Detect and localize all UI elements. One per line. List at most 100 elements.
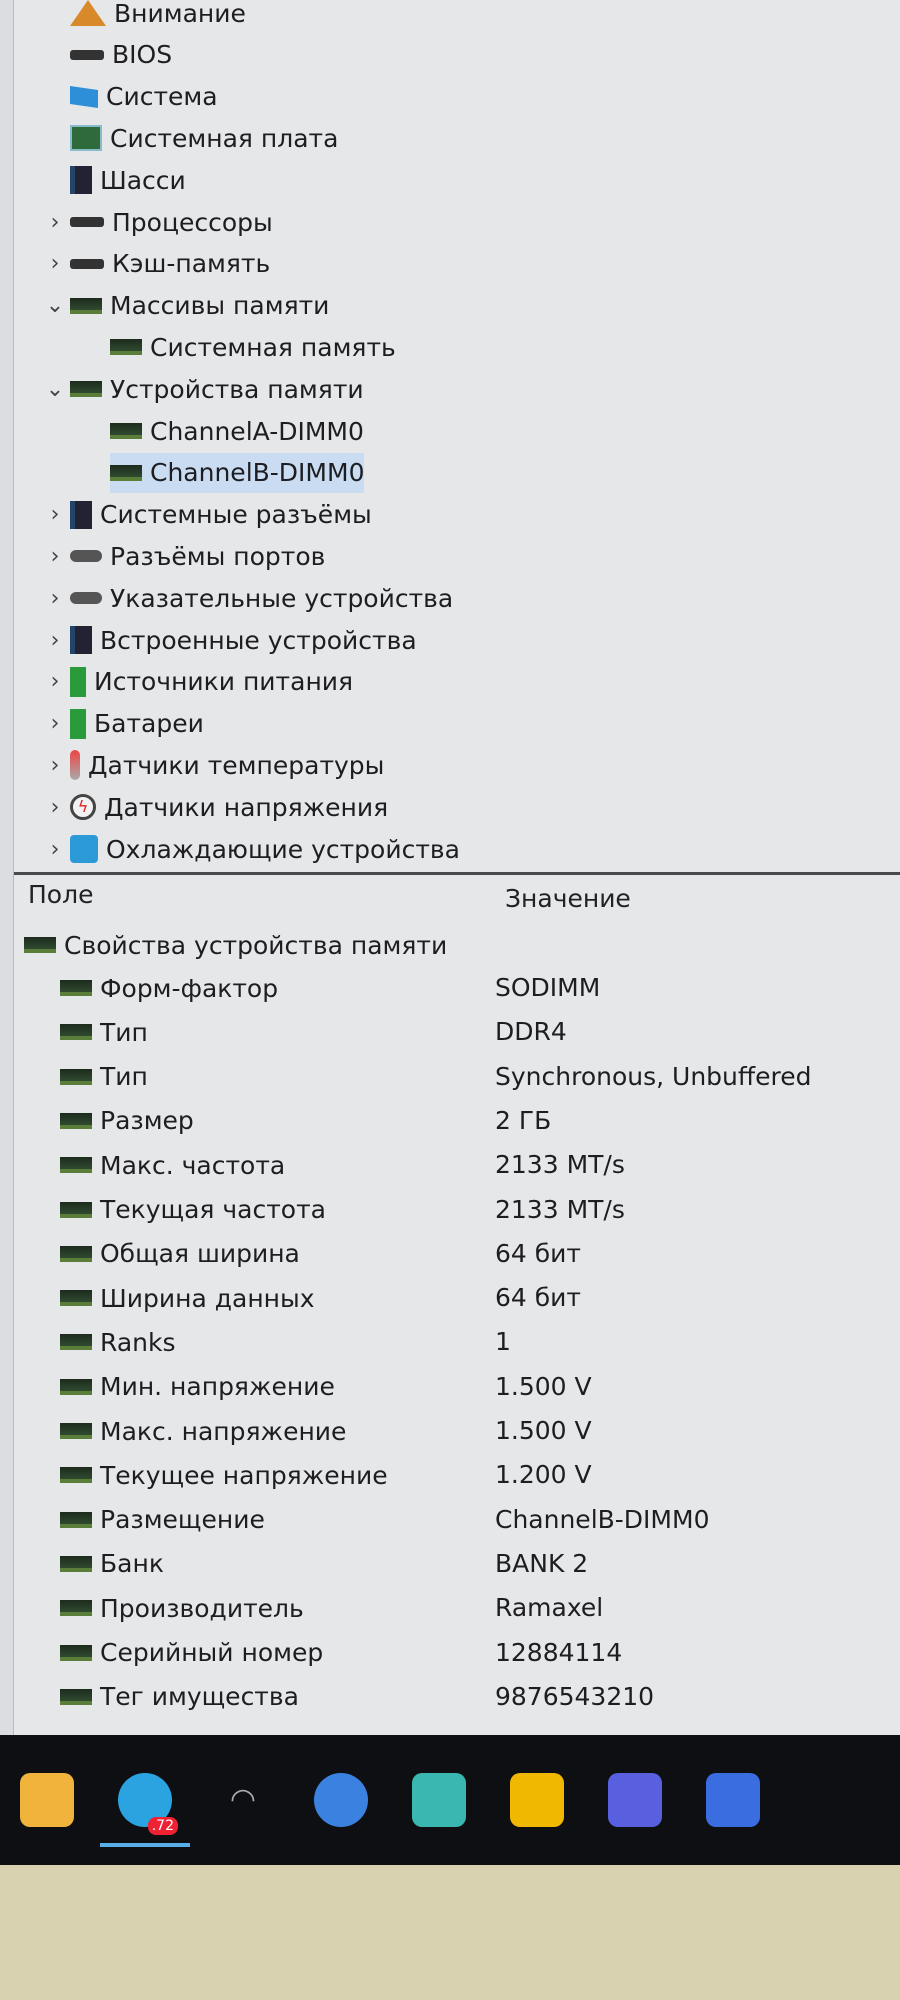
chassis-icon <box>70 166 92 195</box>
expand-chevron-icon[interactable]: › <box>40 837 70 862</box>
tree-item[interactable]: › Разъёмы портов <box>40 536 326 576</box>
detail-row[interactable]: Банк BANK 2 <box>0 1544 900 1584</box>
memory-icon <box>60 1201 92 1218</box>
tree-item[interactable]: › Системные разъёмы <box>40 495 372 535</box>
column-header-value[interactable]: Значение <box>505 884 631 913</box>
field-value: DDR4 <box>495 1017 567 1047</box>
tree-item-label: Процессоры <box>112 207 273 237</box>
tree-item-label: Системная плата <box>110 123 339 153</box>
field-name: Тип <box>100 1017 148 1047</box>
detail-row[interactable]: Размещение ChannelB-DIMM0 <box>0 1500 900 1540</box>
memory-icon <box>60 1068 92 1085</box>
tree-item-label: Массивы памяти <box>110 291 330 321</box>
detail-row[interactable]: Ranks 1 <box>0 1322 900 1362</box>
field-name: Производитель <box>100 1593 304 1623</box>
kmplayer-icon[interactable] <box>608 1773 662 1827</box>
player-icon[interactable] <box>510 1773 564 1827</box>
tree-item[interactable]: ChannelB-DIMM0 <box>110 452 365 493</box>
expand-chevron-icon[interactable]: › <box>40 210 70 235</box>
tree-item[interactable]: BIOS <box>40 35 172 75</box>
field-name: Макс. частота <box>100 1150 286 1180</box>
detail-row[interactable]: Производитель Ramaxel <box>0 1588 900 1628</box>
tree-item-label: Разъёмы портов <box>110 541 326 571</box>
tree-item-label: BIOS <box>112 40 173 70</box>
pane-splitter[interactable] <box>14 872 900 875</box>
tree-item[interactable]: Системная память <box>110 327 396 367</box>
expand-chevron-icon[interactable]: › <box>40 753 70 778</box>
viber-icon[interactable] <box>706 1773 760 1827</box>
detail-row[interactable]: Мин. напряжение 1.500 V <box>0 1367 900 1407</box>
file-explorer-icon[interactable] <box>20 1773 74 1827</box>
expand-chevron-icon[interactable]: › <box>40 795 70 820</box>
expand-chevron-icon[interactable]: › <box>40 502 70 527</box>
expand-chevron-icon[interactable]: ⌄ <box>40 293 70 318</box>
detail-row[interactable]: Текущее напряжение 1.200 V <box>0 1455 900 1495</box>
field-value: 2133 MT/s <box>495 1194 625 1224</box>
detail-row[interactable]: Макс. напряжение 1.500 V <box>0 1411 900 1451</box>
telegram-icon[interactable]: .72 <box>100 1773 190 1847</box>
motherboard-icon <box>70 125 102 152</box>
thermometer-icon <box>70 750 80 781</box>
detail-row[interactable]: Форм-фактор SODIMM <box>0 968 900 1008</box>
detail-row[interactable]: Размер 2 ГБ <box>0 1101 900 1141</box>
tree-item[interactable]: › Датчики температуры <box>40 745 384 785</box>
detail-row[interactable]: Общая ширина 64 бит <box>0 1234 900 1274</box>
column-header-field[interactable]: Поле <box>28 880 93 909</box>
detail-row[interactable]: Ширина данных 64 бит <box>0 1278 900 1318</box>
tree-item[interactable]: › ϟ Датчики напряжения <box>40 787 389 827</box>
app-icon[interactable] <box>412 1773 466 1827</box>
expand-chevron-icon[interactable]: › <box>40 544 70 569</box>
tree-item[interactable]: ⌄ Устройства памяти <box>40 369 364 409</box>
tree-item[interactable]: › Встроенные устройства <box>40 620 417 660</box>
detail-row[interactable]: Тип Synchronous, Unbuffered <box>0 1057 900 1097</box>
tree-item-label: Батареи <box>94 709 204 739</box>
mouse-icon <box>70 592 102 605</box>
bios-chip-icon <box>70 49 104 60</box>
tree-item[interactable]: › Процессоры <box>40 202 273 242</box>
detail-row[interactable]: Текущая частота 2133 MT/s <box>0 1190 900 1230</box>
tree-item[interactable]: Внимание <box>40 0 246 33</box>
field-value: BANK 2 <box>495 1548 589 1578</box>
detail-row[interactable]: Серийный номер 12884114 <box>0 1633 900 1673</box>
tree-item-label: ChannelB-DIMM0 <box>150 458 365 488</box>
field-name: Ширина данных <box>100 1283 315 1313</box>
memory-icon <box>110 423 142 439</box>
memory-icon <box>60 1600 92 1617</box>
tree-item[interactable]: ChannelA-DIMM0 <box>110 411 364 451</box>
tree-item[interactable]: Системная плата <box>40 118 338 158</box>
tree-item[interactable]: › Батареи <box>40 704 204 744</box>
expand-chevron-icon[interactable]: › <box>40 669 70 694</box>
field-name: Ranks <box>100 1327 176 1357</box>
expand-chevron-icon[interactable]: › <box>40 711 70 736</box>
memory-icon <box>60 1555 92 1572</box>
tree-item[interactable]: › Кэш-память <box>40 244 271 284</box>
field-value: 1.500 V <box>495 1416 592 1445</box>
port-icon <box>70 550 102 563</box>
expand-chevron-icon[interactable]: › <box>40 586 70 611</box>
wifi-icon[interactable]: ◠ <box>216 1773 270 1827</box>
tree-item[interactable]: › Охлаждающие устройства <box>40 829 460 869</box>
tree-item[interactable]: Шасси <box>40 160 186 200</box>
detail-row[interactable]: Тег имущества 9876543210 <box>0 1677 900 1717</box>
onboard-device-icon <box>70 626 92 654</box>
tree-item-label: Шасси <box>100 165 186 195</box>
chrome-icon[interactable] <box>314 1773 368 1827</box>
expand-chevron-icon[interactable]: ⌄ <box>40 377 70 402</box>
expand-chevron-icon[interactable]: › <box>40 251 70 276</box>
cache-icon <box>70 258 104 269</box>
memory-icon <box>70 381 102 398</box>
tree-item-label: Устройства памяти <box>110 374 364 404</box>
expand-chevron-icon[interactable]: › <box>40 628 70 653</box>
tree-item[interactable]: › Указательные устройства <box>40 578 454 618</box>
tree-item[interactable]: › Источники питания <box>40 662 353 702</box>
tree-item[interactable]: ⌄ Массивы памяти <box>40 286 330 326</box>
field-name: Тип <box>100 1062 148 1092</box>
detail-row[interactable]: Макс. частота 2133 MT/s <box>0 1145 900 1185</box>
field-name: Тег имущества <box>100 1682 299 1712</box>
tree-item-label: Указательные устройства <box>110 583 454 613</box>
field-name: Текущее напряжение <box>100 1460 388 1490</box>
field-value: 64 бит <box>495 1238 581 1268</box>
tree-item[interactable]: Система <box>40 77 218 117</box>
detail-row[interactable]: Тип DDR4 <box>0 1012 900 1052</box>
tree-item-label: Системные разъёмы <box>100 500 372 530</box>
